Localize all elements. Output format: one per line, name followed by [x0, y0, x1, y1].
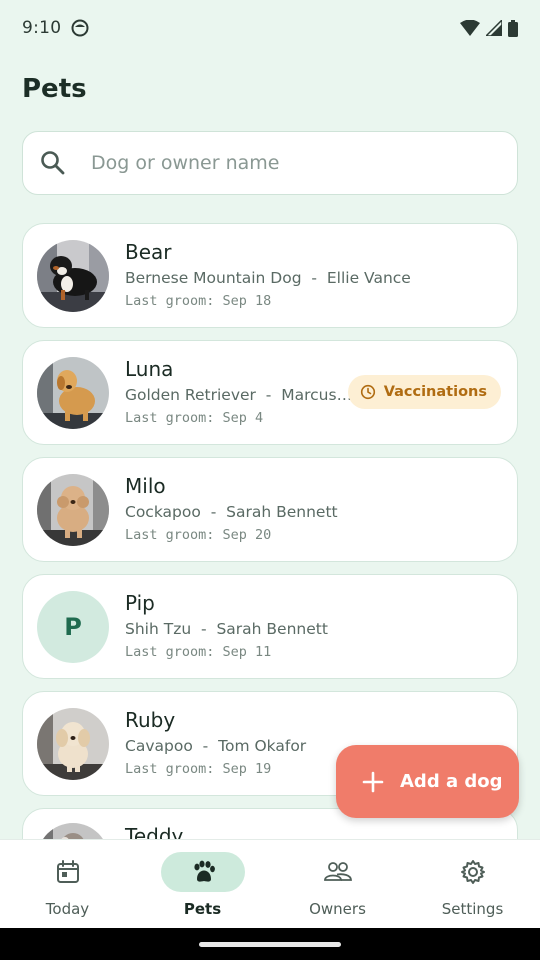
pet-card[interactable]: Milo Cockapoo - Sarah Bennett Last groom…: [22, 457, 518, 562]
nav-label: Settings: [441, 900, 504, 918]
separator: -: [200, 503, 227, 521]
app-notification-icon: [71, 19, 89, 37]
pet-name: Pip: [125, 591, 155, 615]
add-dog-button[interactable]: Add a dog: [336, 745, 519, 818]
clock-icon: [360, 384, 375, 400]
nav-owners[interactable]: Owners: [270, 840, 405, 928]
calendar-icon: [56, 860, 79, 883]
search-input[interactable]: [91, 152, 471, 174]
golden-photo: [37, 356, 109, 429]
pet-owner: Tom Okafor: [218, 737, 307, 755]
nav-label: Pets: [183, 900, 222, 918]
badge-label: Vaccinations: [383, 384, 487, 400]
pet-breed-owner: Golden Retriever - Marcus ...: [125, 384, 355, 406]
nav-pill: [296, 852, 380, 892]
cockapoo-photo: [37, 473, 109, 546]
pet-avatar-initial: P: [37, 590, 109, 663]
separator: -: [255, 386, 282, 404]
pet-breed-owner: Cockapoo - Sarah Bennett: [125, 501, 455, 523]
people-icon: [323, 862, 352, 881]
last-groom: Last groom: Sep 11: [125, 644, 272, 660]
pet-card[interactable]: Bear Bernese Mountain Dog - Ellie Vance …: [22, 223, 518, 328]
pet-breed: Golden Retriever: [125, 386, 256, 404]
page-title: Pets: [22, 74, 87, 104]
pet-owner: Ellie Vance: [326, 269, 411, 287]
pet-card[interactable]: P Pip Shih Tzu - Sarah Bennett Last groo…: [22, 574, 518, 679]
pet-avatar: [37, 707, 109, 780]
status-time: 9:10: [22, 18, 62, 38]
pet-owner: Sarah Bennett: [216, 620, 328, 638]
nav-today[interactable]: Today: [0, 840, 135, 928]
pet-name: Bear: [125, 240, 172, 264]
bernese-photo: [37, 239, 109, 312]
home-handle[interactable]: [199, 942, 341, 947]
pet-breed: Bernese Mountain Dog: [125, 269, 302, 287]
pet-card[interactable]: Luna Golden Retriever - Marcus ... Last …: [22, 340, 518, 445]
pet-breed-owner: Bernese Mountain Dog - Ellie Vance: [125, 267, 455, 289]
last-groom: Last groom: Sep 4: [125, 410, 264, 426]
wifi-icon: [460, 20, 480, 36]
cavapoo-photo: [37, 707, 109, 780]
paw-icon: [193, 860, 215, 882]
last-groom: Last groom: Sep 18: [125, 293, 272, 309]
teddy-photo: [37, 823, 109, 839]
separator: -: [192, 737, 219, 755]
gear-icon: [460, 860, 485, 884]
separator: -: [301, 269, 327, 287]
pet-breed: Shih Tzu: [125, 620, 192, 638]
pet-name: Ruby: [125, 708, 176, 732]
last-groom: Last groom: Sep 20: [125, 527, 272, 543]
nav-pill: [26, 852, 110, 892]
pet-avatar: [37, 239, 109, 312]
nav-pill: [431, 852, 515, 892]
separator: -: [191, 620, 217, 638]
nav-pill-active: [160, 852, 245, 892]
pet-breed: Cavapoo: [125, 737, 193, 755]
pet-breed-owner: Cavapoo - Tom Okafor: [125, 735, 355, 757]
vaccinations-badge: Vaccinations: [347, 375, 501, 409]
battery-icon: [508, 19, 518, 37]
add-dog-label: Add a dog: [400, 771, 503, 792]
cell-signal-icon: [486, 20, 502, 36]
search-bar[interactable]: [22, 131, 518, 195]
status-bar: 9:10: [0, 0, 540, 56]
plus-icon: [362, 771, 384, 792]
system-nav-bar: [0, 928, 540, 960]
nav-label: Today: [45, 900, 90, 918]
pet-avatar: [37, 823, 109, 839]
status-icons: [460, 19, 518, 37]
pet-name: Teddy: [125, 824, 184, 839]
pet-owner: Marcus ...: [281, 386, 355, 404]
pet-breed: Cockapoo: [125, 503, 201, 521]
nav-settings[interactable]: Settings: [405, 840, 540, 928]
pet-owner: Sarah Bennett: [226, 503, 338, 521]
pet-breed-owner: Shih Tzu - Sarah Bennett: [125, 618, 455, 640]
bottom-nav: Today Pets Owners Settings: [0, 839, 540, 928]
pet-name: Milo: [125, 474, 166, 498]
nav-pets[interactable]: Pets: [135, 840, 270, 928]
pet-avatar: [37, 473, 109, 546]
nav-label: Owners: [309, 900, 366, 918]
search-icon: [41, 151, 65, 175]
pet-avatar: [37, 356, 109, 429]
